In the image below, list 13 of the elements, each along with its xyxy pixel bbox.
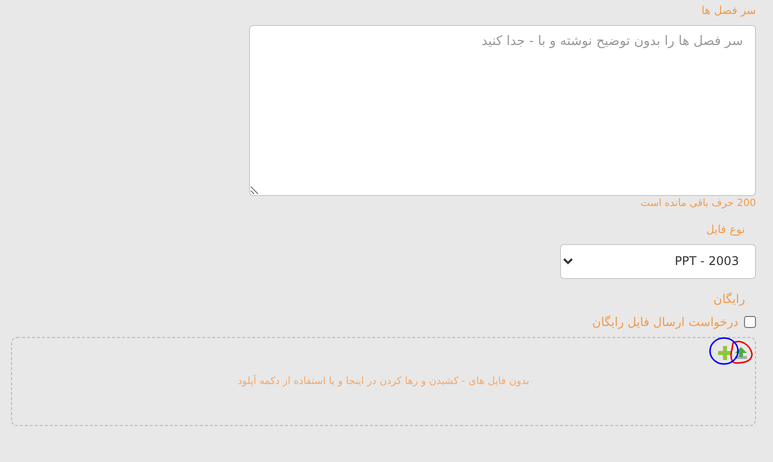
annotation-circle	[708, 336, 740, 366]
dropzone-message: بدون فایل های - کشیدن و رها کردن در اینجا و یا استفاده از دکمه آپلود	[238, 374, 530, 389]
headings-field[interactable]: سر فصل ها را بدون توضیح نوشته و با - جدا کنید	[249, 24, 756, 196]
dropzone[interactable]: بدون فایل های - کشیدن و رها کردن در اینجا و یا استفاده از دکمه آپلود	[11, 336, 756, 426]
char-counter: 200 حرف باقی مانده است	[640, 196, 756, 211]
field-label: رایگان	[713, 290, 745, 308]
field-label: نوع فایل	[706, 222, 745, 238]
field-label: سر فصل ها	[701, 2, 756, 19]
file-type-select[interactable]: PPT - 2003	[560, 244, 756, 279]
checkbox-label[interactable]: درخواست ارسال فایل رایگان	[592, 313, 738, 332]
upload-icon[interactable]	[734, 346, 748, 360]
checkbox[interactable]	[744, 316, 756, 328]
add-icon[interactable]	[718, 346, 732, 360]
